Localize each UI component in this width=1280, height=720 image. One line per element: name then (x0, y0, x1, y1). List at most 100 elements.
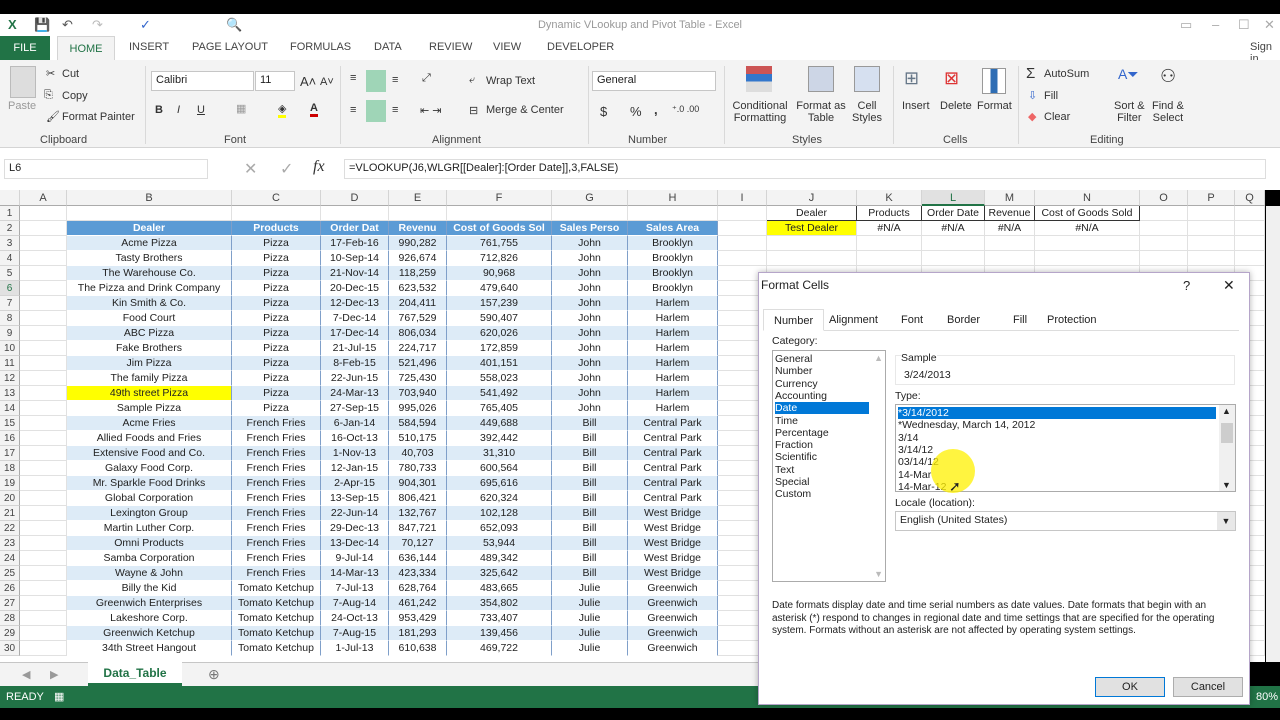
cell[interactable] (628, 206, 718, 221)
table-cell[interactable]: Pizza (232, 251, 321, 266)
column-header-p[interactable]: P (1188, 190, 1235, 206)
row-header[interactable]: 1 (0, 206, 20, 221)
lookup-value-cell[interactable]: Test Dealer (767, 221, 857, 236)
prev-sheet-icon[interactable]: ◀ (22, 668, 30, 681)
cell[interactable] (20, 506, 67, 521)
tab-protection[interactable]: Protection (1037, 309, 1107, 331)
table-cell[interactable]: Tomato Ketchup (232, 596, 321, 611)
table-cell[interactable]: 1-Jul-13 (321, 641, 389, 656)
row-header[interactable]: 30 (0, 641, 20, 656)
cell[interactable] (1188, 236, 1235, 251)
cell[interactable] (20, 476, 67, 491)
table-cell[interactable]: French Fries (232, 536, 321, 551)
fill-button[interactable]: Fill (1044, 90, 1058, 102)
cell[interactable] (20, 431, 67, 446)
table-cell[interactable]: 22-Jun-14 (321, 506, 389, 521)
cell[interactable] (20, 491, 67, 506)
left-align-icon[interactable]: ≡ (350, 104, 356, 116)
table-cell[interactable]: Lakeshore Corp. (67, 611, 232, 626)
table-cell[interactable]: 20-Dec-15 (321, 281, 389, 296)
cell[interactable] (1140, 251, 1188, 266)
table-cell[interactable]: 40,703 (389, 446, 447, 461)
table-cell[interactable]: Harlem (628, 326, 718, 341)
table-cell[interactable]: 90,968 (447, 266, 552, 281)
table-cell[interactable]: Pizza (232, 326, 321, 341)
cell[interactable] (389, 206, 447, 221)
font-name-select[interactable]: Calibri (151, 71, 254, 91)
table-cell[interactable]: Extensive Food and Co. (67, 446, 232, 461)
increase-font-icon[interactable]: A˄ (300, 74, 316, 89)
column-header-k[interactable]: K (857, 190, 922, 206)
tab-border[interactable]: Border (937, 309, 990, 331)
column-header-g[interactable]: G (552, 190, 628, 206)
table-cell[interactable]: Wayne & John (67, 566, 232, 581)
chevron-down-icon[interactable]: ▼ (1217, 512, 1235, 530)
table-cell[interactable]: Brooklyn (628, 266, 718, 281)
lookup-header-cell[interactable]: Revenue (985, 206, 1035, 221)
insert-cells-button[interactable]: Insert (902, 100, 930, 112)
table-cell[interactable]: 636,144 (389, 551, 447, 566)
table-cell[interactable]: John (552, 356, 628, 371)
lookup-header-cell[interactable]: Dealer (767, 206, 857, 221)
table-cell[interactable]: Samba Corporation (67, 551, 232, 566)
table-cell[interactable]: 21-Jul-15 (321, 341, 389, 356)
table-cell[interactable]: Bill (552, 446, 628, 461)
cell[interactable] (20, 416, 67, 431)
row-header[interactable]: 7 (0, 296, 20, 311)
table-cell[interactable]: Pizza (232, 281, 321, 296)
table-cell[interactable]: Brooklyn (628, 281, 718, 296)
column-header-h[interactable]: H (628, 190, 718, 206)
table-cell[interactable]: 600,564 (447, 461, 552, 476)
cell[interactable] (20, 581, 67, 596)
column-header-c[interactable]: C (232, 190, 321, 206)
cell[interactable] (20, 236, 67, 251)
merge-center-button[interactable]: Merge & Center (486, 104, 564, 116)
category-item[interactable]: Fraction (775, 439, 869, 451)
table-cell[interactable]: Bill (552, 566, 628, 581)
tab-view[interactable]: VIEW (493, 41, 521, 53)
column-header-f[interactable]: F (447, 190, 552, 206)
zoom-level[interactable]: 80% (1256, 691, 1278, 703)
currency-button[interactable]: $ (600, 104, 607, 119)
lookup-header-cell[interactable]: Cost of Goods Sold (1035, 206, 1140, 221)
decimal-icon[interactable]: ⁺.0 .00 (672, 104, 699, 115)
column-header-o[interactable]: O (1140, 190, 1188, 206)
cell[interactable] (20, 401, 67, 416)
table-cell[interactable]: French Fries (232, 431, 321, 446)
row-header[interactable]: 22 (0, 521, 20, 536)
table-cell[interactable]: 584,594 (389, 416, 447, 431)
table-cell[interactable]: 53,944 (447, 536, 552, 551)
table-cell[interactable]: 521,496 (389, 356, 447, 371)
cell[interactable] (20, 461, 67, 476)
table-cell[interactable]: Bill (552, 476, 628, 491)
table-cell[interactable]: 765,405 (447, 401, 552, 416)
table-cell[interactable]: 27-Sep-15 (321, 401, 389, 416)
table-cell[interactable]: Bill (552, 536, 628, 551)
table-cell[interactable]: 102,128 (447, 506, 552, 521)
row-header[interactable]: 21 (0, 506, 20, 521)
cell[interactable] (857, 251, 922, 266)
table-cell[interactable]: 6-Jan-14 (321, 416, 389, 431)
table-cell[interactable]: 12-Jan-15 (321, 461, 389, 476)
table-cell[interactable]: 31,310 (447, 446, 552, 461)
table-cell[interactable]: Pizza (232, 236, 321, 251)
table-cell[interactable]: Pizza (232, 266, 321, 281)
table-cell[interactable]: Julie (552, 641, 628, 656)
table-cell[interactable]: Food Court (67, 311, 232, 326)
table-cell[interactable]: Harlem (628, 371, 718, 386)
tab-formulas[interactable]: FORMULAS (290, 41, 351, 53)
category-item[interactable]: Special (775, 476, 869, 488)
column-header-j[interactable]: J (767, 190, 857, 206)
table-cell[interactable]: 469,722 (447, 641, 552, 656)
table-cell[interactable]: French Fries (232, 491, 321, 506)
cell[interactable] (20, 251, 67, 266)
autosum-button[interactable]: AutoSum (1044, 68, 1089, 80)
clear-button[interactable]: Clear (1044, 111, 1070, 123)
lookup-value-cell[interactable]: #N/A (922, 221, 985, 236)
table-cell[interactable]: Bill (552, 551, 628, 566)
fill-color-icon[interactable]: ◈ (278, 102, 287, 118)
cell[interactable] (20, 221, 67, 236)
cell[interactable] (1188, 221, 1235, 236)
middle-align-icon[interactable] (366, 70, 386, 92)
table-cell[interactable]: 953,429 (389, 611, 447, 626)
